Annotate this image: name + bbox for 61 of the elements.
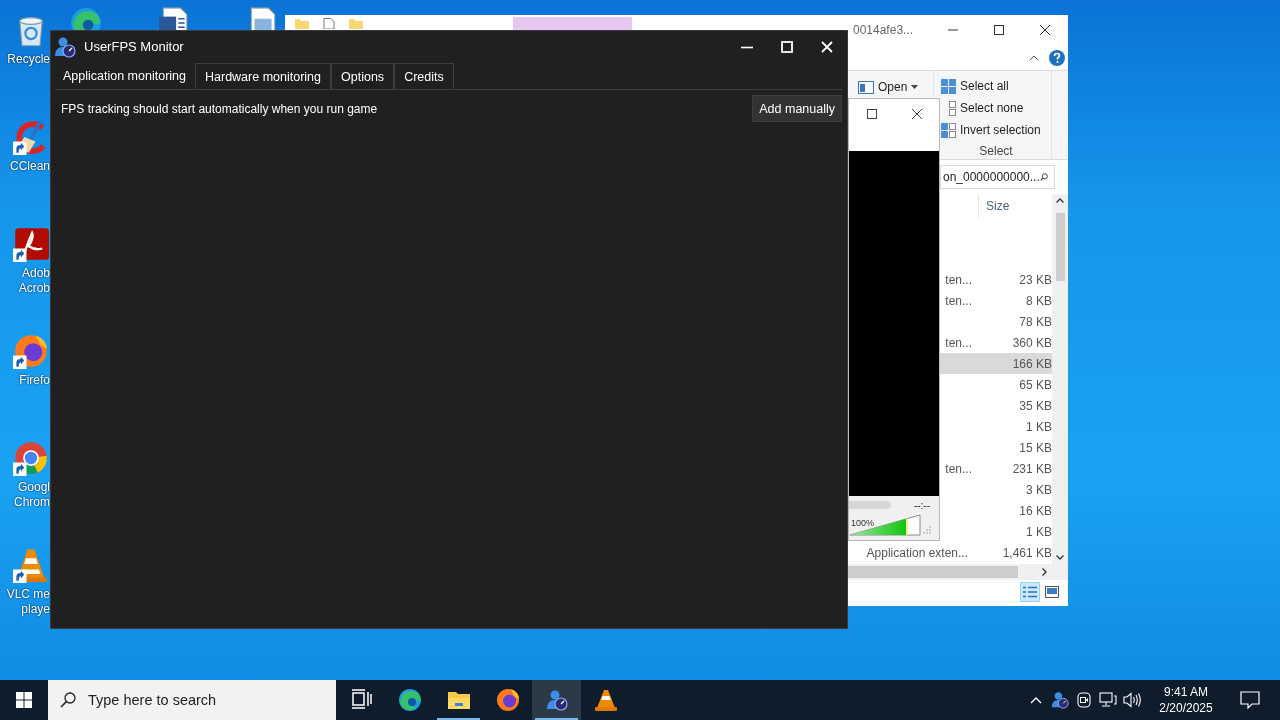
table-cell: ten...: [945, 461, 972, 476]
ribbon-button[interactable]: Select none: [941, 97, 1051, 119]
desktop-icon-label: Googl: [17, 480, 50, 495]
file-row[interactable]: 78 KB: [940, 311, 1052, 332]
file-row[interactable]: ten... 360 KB: [940, 332, 1052, 353]
file-row[interactable]: 15 KB: [940, 437, 1052, 458]
time-label: --:--: [913, 499, 930, 511]
add-manually-button[interactable]: Add manually: [752, 95, 842, 122]
column-header[interactable]: Size: [986, 199, 1010, 213]
file-row[interactable]: 1 KB: [940, 416, 1052, 437]
ribbon-button[interactable]: Invert selection: [941, 119, 1051, 141]
volume-label: 100%: [851, 518, 875, 528]
file-row[interactable]: 65 KB: [940, 374, 1052, 395]
window-title: UserFPS Monitor: [84, 39, 184, 54]
table-cell: 360 KB: [1012, 335, 1052, 350]
table-cell: 23 KB: [1019, 272, 1052, 287]
table-cell: ten...: [945, 293, 972, 308]
table-cell: 1 KB: [1026, 419, 1052, 434]
search-box[interactable]: Type here to search: [48, 680, 336, 720]
table-cell: ten...: [945, 272, 972, 287]
file-row[interactable]: 16 KB: [940, 500, 1052, 521]
tab[interactable]: Credits: [394, 63, 454, 89]
desktop-icon-label: Acrob: [18, 281, 50, 296]
file-row[interactable]: 166 KB: [940, 353, 1052, 374]
table-cell: 15 KB: [1019, 440, 1052, 455]
file-row[interactable]: Application exten... 1,461 KB: [848, 542, 1052, 563]
table-cell: 1,461 KB: [1002, 545, 1052, 560]
search-field[interactable]: on_0000000000...: [940, 165, 1055, 189]
clock[interactable]: 9:41 AM 2/20/2025: [1144, 680, 1228, 720]
tab[interactable]: Options: [331, 63, 395, 89]
file-row[interactable]: 35 KB: [940, 395, 1052, 416]
table-cell: 78 KB: [1019, 314, 1052, 329]
ribbon-group-label: Select: [978, 144, 1014, 158]
file-row[interactable]: ten... 231 KB: [940, 458, 1052, 479]
desktop-icon-label: Firefo: [19, 373, 50, 388]
desktop-icon-label: CClean: [9, 159, 50, 174]
window-title: 0014afe3...: [853, 23, 914, 37]
table-cell: ten...: [945, 335, 972, 350]
file-row[interactable]: 3 KB: [940, 479, 1052, 500]
table-cell: 16 KB: [1019, 503, 1052, 518]
table-cell: 8 KB: [1026, 293, 1052, 308]
file-row[interactable]: ten... 8 KB: [940, 290, 1052, 311]
file-row[interactable]: ten... 23 KB: [940, 269, 1052, 290]
table-cell: 1 KB: [1026, 524, 1052, 539]
table-cell: Application exten...: [866, 545, 968, 560]
open-button[interactable]: Open: [858, 77, 919, 97]
desktop-icon-label: Chrom: [14, 495, 50, 510]
search-field[interactable]: Type here to search: [86, 691, 330, 709]
table-cell: 35 KB: [1019, 398, 1052, 413]
table-cell: 231 KB: [1012, 461, 1052, 476]
info-text: FPS tracking should start automatically when you run game: [61, 102, 378, 116]
desktop-icon-label: Adob: [21, 266, 50, 281]
tab[interactable]: Hardware monitoring: [195, 63, 332, 89]
file-row[interactable]: 1 KB: [940, 521, 1052, 542]
table-cell: 166 KB: [1012, 356, 1052, 371]
desktop-icon-label: playe: [21, 602, 50, 617]
desktop-icon-label: Recycle: [7, 52, 50, 67]
ribbon-button[interactable]: Select all: [941, 75, 1051, 97]
table-cell: 65 KB: [1019, 377, 1052, 392]
table-cell: 3 KB: [1026, 482, 1052, 497]
desktop-icon-label: VLC me: [6, 587, 50, 602]
